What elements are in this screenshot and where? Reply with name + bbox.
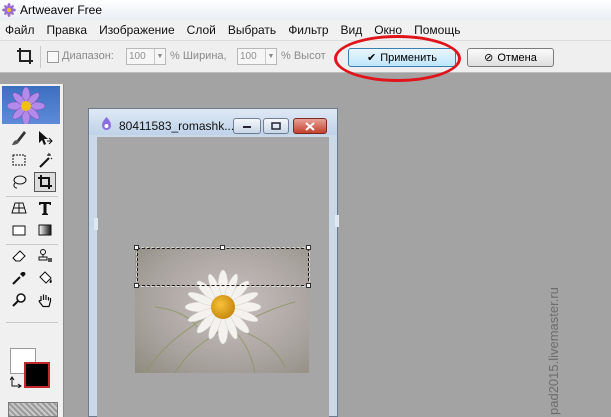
prohibited-icon: ⊘ — [484, 52, 494, 64]
height-input[interactable]: 100 ▼ — [237, 48, 277, 65]
menu-filter[interactable]: Фильтр — [288, 23, 328, 37]
chevron-down-icon[interactable]: ▼ — [154, 49, 165, 64]
eraser-tool[interactable] — [8, 246, 30, 266]
maximize-button[interactable] — [263, 118, 289, 134]
text-tool[interactable] — [34, 198, 56, 218]
range-checkbox[interactable] — [47, 51, 59, 63]
menu-select[interactable]: Выбрать — [228, 23, 276, 37]
move-icon — [39, 131, 53, 145]
cancel-label: Отмена — [497, 51, 537, 64]
clone-stamp-tool[interactable] — [34, 246, 56, 266]
maximize-icon — [271, 122, 281, 130]
width-label: % Ширина, — [170, 50, 227, 62]
crop-handle[interactable] — [220, 245, 225, 250]
resize-grip[interactable] — [94, 218, 98, 230]
toolbox-panel — [0, 84, 64, 417]
perspective-tool[interactable] — [8, 198, 30, 218]
cancel-button[interactable]: ⊘ Отмена — [467, 48, 554, 67]
rect-select-icon — [12, 154, 26, 166]
perspective-icon — [11, 202, 27, 214]
swap-colors-icon[interactable] — [9, 376, 22, 391]
eraser-icon — [12, 250, 26, 262]
red-highlight-ellipse — [334, 35, 461, 82]
menu-help[interactable]: Помощь — [414, 23, 460, 37]
height-label: % Высот — [281, 50, 326, 62]
foreground-color-swatch[interactable] — [24, 362, 50, 388]
crop-handle[interactable] — [306, 245, 311, 250]
zoom-icon — [12, 293, 26, 307]
lasso-icon — [13, 175, 27, 189]
crop-handle[interactable] — [134, 245, 139, 250]
height-value: 100 — [240, 51, 257, 62]
crop-handle[interactable] — [134, 283, 139, 288]
brush-tool[interactable] — [8, 128, 30, 148]
close-icon — [305, 121, 315, 131]
lasso-tool[interactable] — [8, 172, 30, 192]
hand-icon — [38, 294, 52, 308]
zoom-tool[interactable] — [8, 290, 30, 310]
magic-wand-tool[interactable] — [34, 150, 56, 170]
paint-bucket-icon — [39, 271, 52, 284]
paint-bucket-tool[interactable] — [34, 268, 56, 288]
toolbox-divider — [6, 322, 58, 323]
move-tool[interactable] — [34, 128, 56, 148]
menu-bar: Файл Правка Изображение Слой Выбрать Фил… — [0, 20, 611, 41]
close-button[interactable] — [293, 118, 327, 134]
range-label: Диапазон: — [62, 50, 114, 62]
rectangle-shape-tool[interactable] — [8, 220, 30, 240]
hand-tool[interactable] — [34, 290, 56, 310]
menu-edit[interactable]: Правка — [47, 23, 88, 37]
title-bar: Artweaver Free — [0, 0, 611, 20]
rect-select-tool[interactable] — [8, 150, 30, 170]
toolbox-logo — [2, 86, 60, 126]
menu-view[interactable]: Вид — [341, 23, 363, 37]
artweaver-logo-icon — [2, 3, 16, 17]
clone-stamp-icon — [38, 249, 52, 262]
document-window: 80411583_romashk... — [88, 108, 338, 417]
gradient-icon — [38, 224, 52, 236]
watermark-text: pad2015.livemaster.ru — [546, 287, 561, 415]
artweaver-document-icon — [101, 117, 112, 130]
minimize-icon — [243, 126, 251, 128]
menu-image[interactable]: Изображение — [99, 23, 175, 37]
eyedropper-tool[interactable] — [8, 268, 30, 288]
crop-icon — [16, 47, 34, 65]
document-title-bar[interactable]: 80411583_romashk... — [89, 109, 337, 135]
window-title: Artweaver Free — [20, 3, 103, 17]
minimize-button[interactable] — [233, 118, 261, 134]
document-title: 80411583_romashk... — [119, 119, 235, 133]
chevron-down-icon[interactable]: ▼ — [265, 49, 276, 64]
rectangle-shape-icon — [12, 225, 26, 236]
text-icon — [39, 202, 51, 215]
crop-selection-marquee[interactable] — [136, 247, 310, 287]
brush-icon — [12, 131, 26, 145]
gradient-tool[interactable] — [34, 220, 56, 240]
menu-file[interactable]: Файл — [5, 23, 35, 37]
width-input[interactable]: 100 ▼ — [126, 48, 166, 65]
crop-icon — [38, 175, 52, 189]
options-divider — [40, 46, 41, 68]
menu-layer[interactable]: Слой — [187, 23, 216, 37]
pattern-preview[interactable] — [8, 402, 58, 417]
crop-tool[interactable] — [34, 172, 56, 192]
magic-wand-icon — [39, 153, 53, 168]
eyedropper-icon — [12, 272, 26, 285]
toolbox-divider — [6, 244, 58, 245]
crop-handle[interactable] — [306, 283, 311, 288]
toolbox-divider — [6, 196, 58, 197]
resize-grip[interactable] — [335, 215, 339, 227]
document-canvas[interactable] — [97, 137, 329, 417]
width-value: 100 — [129, 51, 146, 62]
